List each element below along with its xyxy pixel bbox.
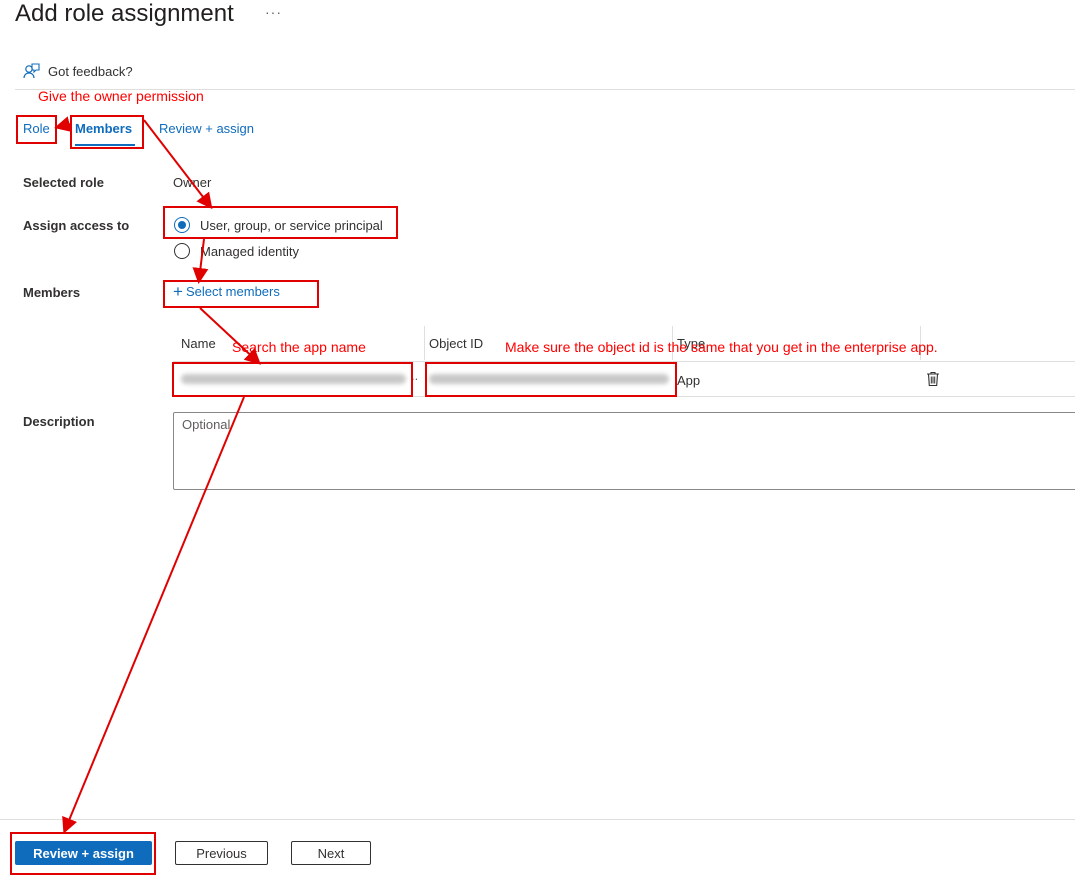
description-placeholder: Optional xyxy=(182,417,231,432)
column-separator xyxy=(424,326,425,360)
members-label: Members xyxy=(23,285,81,300)
annotation-owner-note: Give the owner permission xyxy=(38,88,204,104)
feedback-link[interactable]: Got feedback? xyxy=(23,63,133,80)
tab-review-assign[interactable]: Review + assign xyxy=(159,121,254,136)
description-label: Description xyxy=(23,414,95,429)
column-header-name[interactable]: Name xyxy=(181,336,216,351)
selected-role-value: Owner xyxy=(173,175,212,190)
annotation-box-review-assign xyxy=(10,832,156,875)
radio-label: Managed identity xyxy=(200,243,300,259)
radio-unchecked-icon xyxy=(174,243,190,259)
annotation-box-radio xyxy=(163,206,398,239)
previous-button[interactable]: Previous xyxy=(175,841,268,865)
annotation-box-role xyxy=(16,115,57,144)
annotation-box-select-members xyxy=(163,280,319,308)
more-options-button[interactable]: ··· xyxy=(265,4,282,20)
page-title: Add role assignment xyxy=(15,0,234,27)
annotation-search-note: Search the app name xyxy=(232,339,366,355)
feedback-label: Got feedback? xyxy=(48,64,133,79)
next-button[interactable]: Next xyxy=(291,841,371,865)
feedback-icon xyxy=(23,63,40,79)
annotation-box-name xyxy=(172,362,413,397)
radio-managed-identity[interactable]: Managed identity xyxy=(174,243,299,259)
column-header-object-id[interactable]: Object ID xyxy=(429,336,483,351)
footer-divider xyxy=(0,819,1075,820)
delete-icon[interactable] xyxy=(926,371,940,387)
annotation-box-members xyxy=(70,115,144,149)
assign-access-label: Assign access to xyxy=(23,218,130,233)
annotation-box-object-id xyxy=(425,362,677,397)
arrow-to-role xyxy=(54,116,72,132)
member-type: App xyxy=(677,373,701,388)
selected-role-label: Selected role xyxy=(23,175,104,190)
description-input[interactable]: Optional xyxy=(173,412,1075,490)
annotation-object-id-note: Make sure the object id is the same that… xyxy=(505,339,938,355)
